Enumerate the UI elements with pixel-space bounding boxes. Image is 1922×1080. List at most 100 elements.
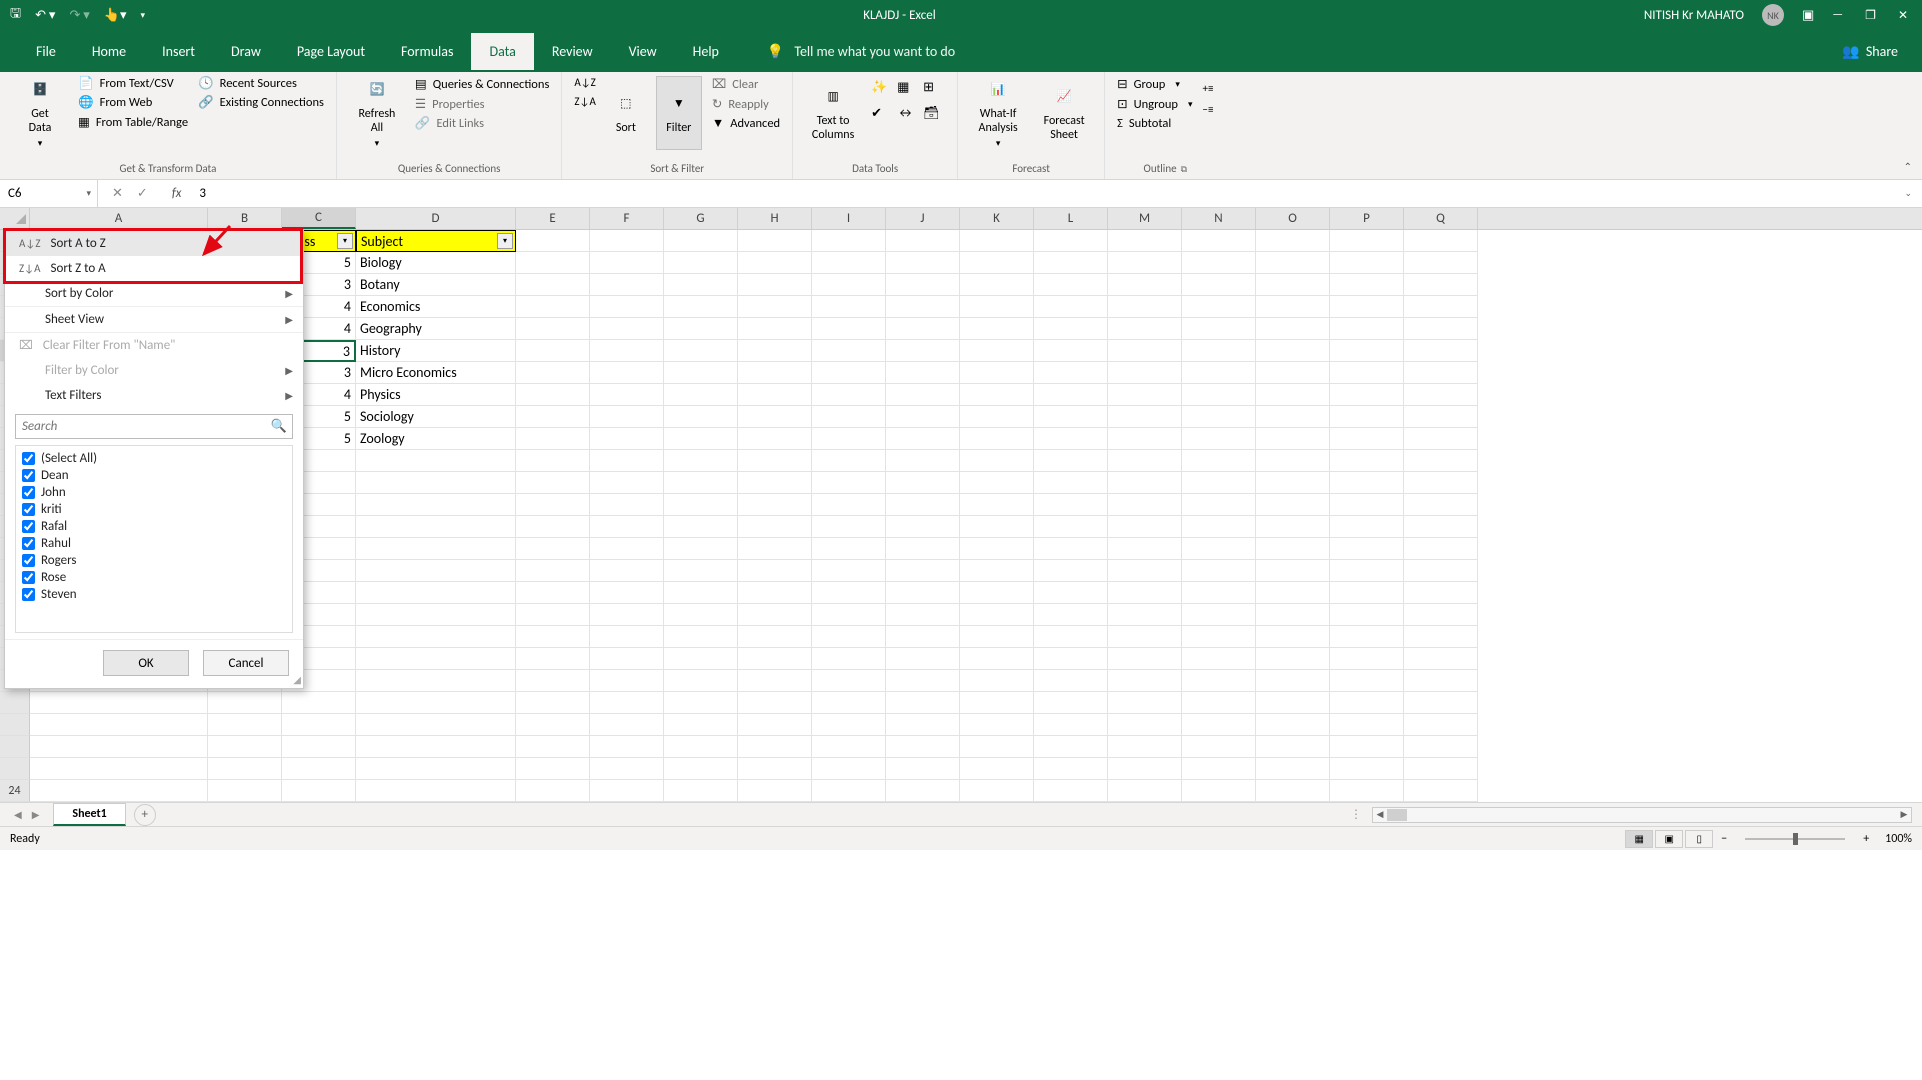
tab-page-layout[interactable]: Page Layout [279,33,383,70]
filter-check-item[interactable]: kriti [22,501,286,518]
outline-dialog-launcher[interactable]: ⧉ [1181,164,1187,175]
tab-review[interactable]: Review [534,33,611,70]
filter-check-item[interactable]: Steven [22,586,286,603]
checkbox[interactable] [22,588,35,601]
refresh-all-button[interactable]: 🔄 Refresh All ▾ [349,76,405,150]
cell[interactable]: Zoology [356,428,516,450]
resize-grip-icon[interactable]: ◢ [293,673,301,686]
relationships-button[interactable]: ↔ [897,106,919,128]
normal-view-button[interactable]: ▦ [1625,830,1653,848]
col-header-C[interactable]: C [282,208,356,229]
text-to-columns-button[interactable]: ▥ Text to Columns [805,76,861,150]
remove-duplicates-button[interactable]: ▦ [897,80,919,102]
sort-dialog-button[interactable]: ⬚ Sort [606,76,646,150]
col-header-K[interactable]: K [960,208,1034,229]
collapse-ribbon-button[interactable]: ⌃ [1904,160,1912,173]
hide-detail-button[interactable]: −≡ [1202,103,1213,116]
minimize-icon[interactable]: — [1832,8,1843,23]
cell[interactable]: Botany [356,274,516,296]
consolidate-button[interactable]: ⊞ [923,80,945,102]
tab-insert[interactable]: Insert [144,33,213,70]
checkbox[interactable] [22,452,35,465]
tab-help[interactable]: Help [675,33,737,70]
scroll-left-icon[interactable]: ◀ [1373,809,1387,820]
user-name[interactable]: NITISH Kr MAHATO [1644,8,1744,23]
scroll-thumb[interactable] [1387,809,1407,821]
filter-check-item[interactable]: Rogers [22,552,286,569]
zoom-in-button[interactable]: + [1857,832,1875,846]
cell[interactable]: Sociology [356,406,516,428]
recent-sources-button[interactable]: 🕓Recent Sources [198,76,324,91]
tell-me-search[interactable]: 💡 Tell me what you want to do [767,43,955,60]
share-button[interactable]: 👥 Share [1842,43,1922,60]
sheet-prev-icon[interactable]: ◀ [14,808,22,821]
group-rows-button[interactable]: ⊟Group▾ [1117,76,1192,92]
enter-formula-icon[interactable]: ✓ [137,186,148,201]
filter-check-item[interactable]: Rafal [22,518,286,535]
page-layout-view-button[interactable]: ▣ [1655,830,1683,848]
cell[interactable]: Micro Economics [356,362,516,384]
from-web-button[interactable]: 🌐From Web [78,95,188,110]
text-filters[interactable]: Text Filters ▶ [5,383,303,408]
sort-z-to-a[interactable]: Z↓A Sort Z to A [5,256,303,281]
zoom-slider[interactable] [1745,838,1845,840]
from-text-csv-button[interactable]: 📄From Text/CSV [78,76,188,91]
checkbox[interactable] [22,571,35,584]
cell[interactable]: Economics [356,296,516,318]
tab-draw[interactable]: Draw [213,33,279,70]
autosave-icon[interactable]: 🖫 [10,4,21,26]
col-header-B[interactable]: B [208,208,282,229]
show-detail-button[interactable]: +≡ [1202,82,1213,95]
forecast-sheet-button[interactable]: 📈 Forecast Sheet [1036,76,1092,150]
undo-icon[interactable]: ↶ ▾ [35,8,55,23]
filter-checklist[interactable]: (Select All)DeanJohnkritiRafalRahulRoger… [15,445,293,633]
subtotal-button[interactable]: ΣSubtotal [1117,116,1192,131]
checkbox[interactable] [22,486,35,499]
cancel-button[interactable]: Cancel [203,650,289,676]
filter-arrow-subject[interactable]: ▾ [497,233,513,249]
col-header-P[interactable]: P [1330,208,1404,229]
col-header-J[interactable]: J [886,208,960,229]
checkbox[interactable] [22,503,35,516]
sheet-view[interactable]: Sheet View ▶ [5,307,303,332]
expand-formula-bar-icon[interactable]: ⌄ [1894,188,1922,199]
col-header-A[interactable]: A [30,208,208,229]
sheet-next-icon[interactable]: ▶ [32,808,40,821]
cancel-formula-icon[interactable]: ✕ [112,186,123,201]
add-sheet-button[interactable]: + [134,804,156,826]
sort-desc-button[interactable]: Z↓A [574,95,595,108]
data-model-button[interactable]: 🗃 [923,106,945,128]
filter-button[interactable]: ▼ Filter [656,76,702,150]
checkbox[interactable] [22,554,35,567]
checkbox[interactable] [22,469,35,482]
ungroup-button[interactable]: ⊡Ungroup▾ [1117,96,1192,112]
get-data-button[interactable]: 🗄️ Get Data ▾ [12,76,68,150]
horizontal-scrollbar[interactable]: ◀ ▶ [1372,807,1912,823]
checkbox[interactable] [22,537,35,550]
row-header[interactable]: 24 [0,780,30,802]
zoom-out-button[interactable]: − [1715,832,1733,846]
page-break-view-button[interactable]: ▯ [1685,830,1713,848]
col-header-O[interactable]: O [1256,208,1330,229]
flash-fill-button[interactable]: ✨ [871,80,893,102]
col-header-M[interactable]: M [1108,208,1182,229]
col-header-Q[interactable]: Q [1404,208,1478,229]
ribbon-display-icon[interactable]: ▣ [1802,8,1814,23]
redo-icon[interactable]: ↷ ▾ [69,8,89,23]
filter-arrow-class[interactable]: ▾ [337,233,353,249]
cell[interactable]: Physics [356,384,516,406]
cell[interactable]: Biology [356,252,516,274]
formula-input[interactable]: 3 [191,186,1894,201]
whatif-button[interactable]: 📊 What-If Analysis ▾ [970,76,1026,150]
from-table-range-button[interactable]: ▦From Table/Range [78,114,188,130]
col-header-L[interactable]: L [1034,208,1108,229]
sort-asc-button[interactable]: A↓Z [574,76,595,89]
user-avatar[interactable]: NK [1762,4,1784,26]
col-header-F[interactable]: F [590,208,664,229]
advanced-filter-button[interactable]: ▼Advanced [712,116,780,131]
data-validation-button[interactable]: ✔ [871,106,893,128]
filter-search-input[interactable] [15,414,293,439]
col-header-D[interactable]: D [356,208,516,229]
name-box-dropdown-icon[interactable]: ▾ [86,188,91,199]
col-header-H[interactable]: H [738,208,812,229]
